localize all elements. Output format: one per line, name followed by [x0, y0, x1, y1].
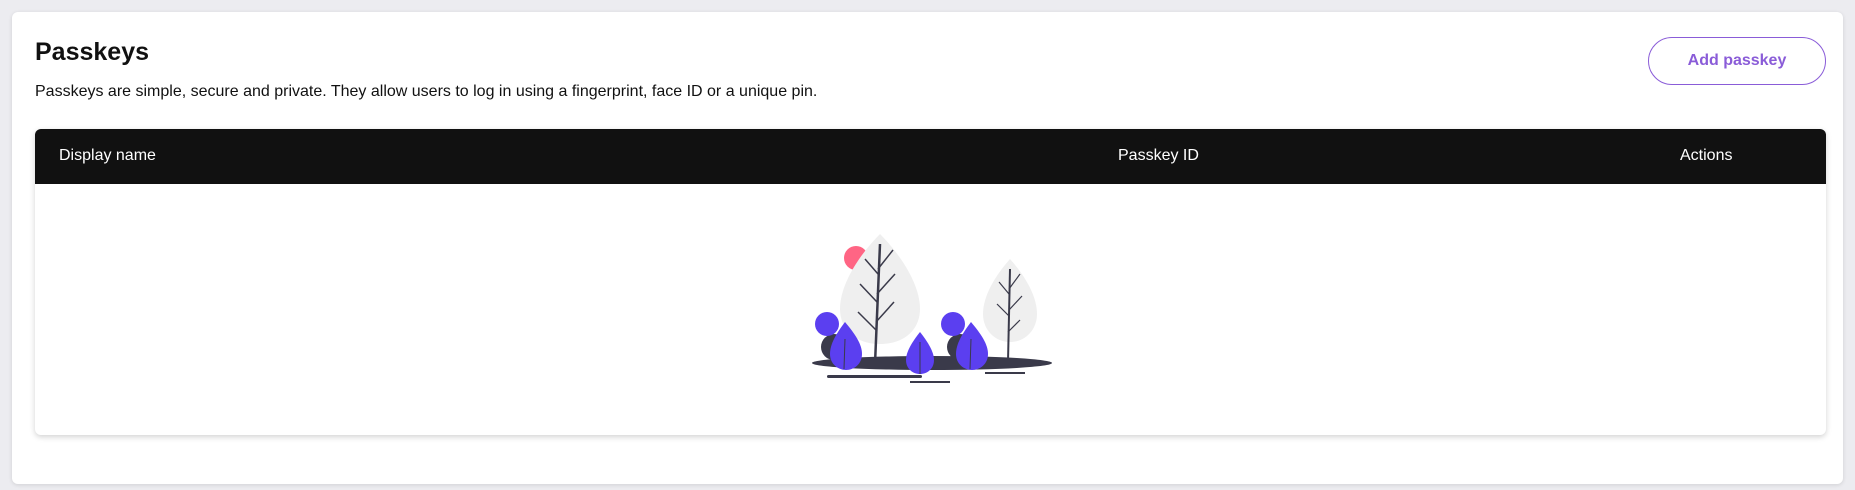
passkeys-card: Passkeys Passkeys are simple, secure and…: [12, 12, 1843, 484]
page-title: Passkeys: [35, 38, 150, 66]
column-header-display-name: Display name: [59, 147, 156, 164]
trees-empty-illustration-icon: [812, 234, 1052, 383]
table-header: Display name Passkey ID Actions: [35, 129, 1826, 184]
page-description: Passkeys are simple, secure and private.…: [35, 83, 818, 100]
column-header-passkey-id: Passkey ID: [1118, 147, 1199, 164]
column-header-actions: Actions: [1680, 147, 1733, 164]
empty-state-illustration: [810, 214, 1055, 394]
add-passkey-button[interactable]: Add passkey: [1648, 37, 1826, 85]
passkeys-table: Display name Passkey ID Actions: [35, 129, 1826, 435]
